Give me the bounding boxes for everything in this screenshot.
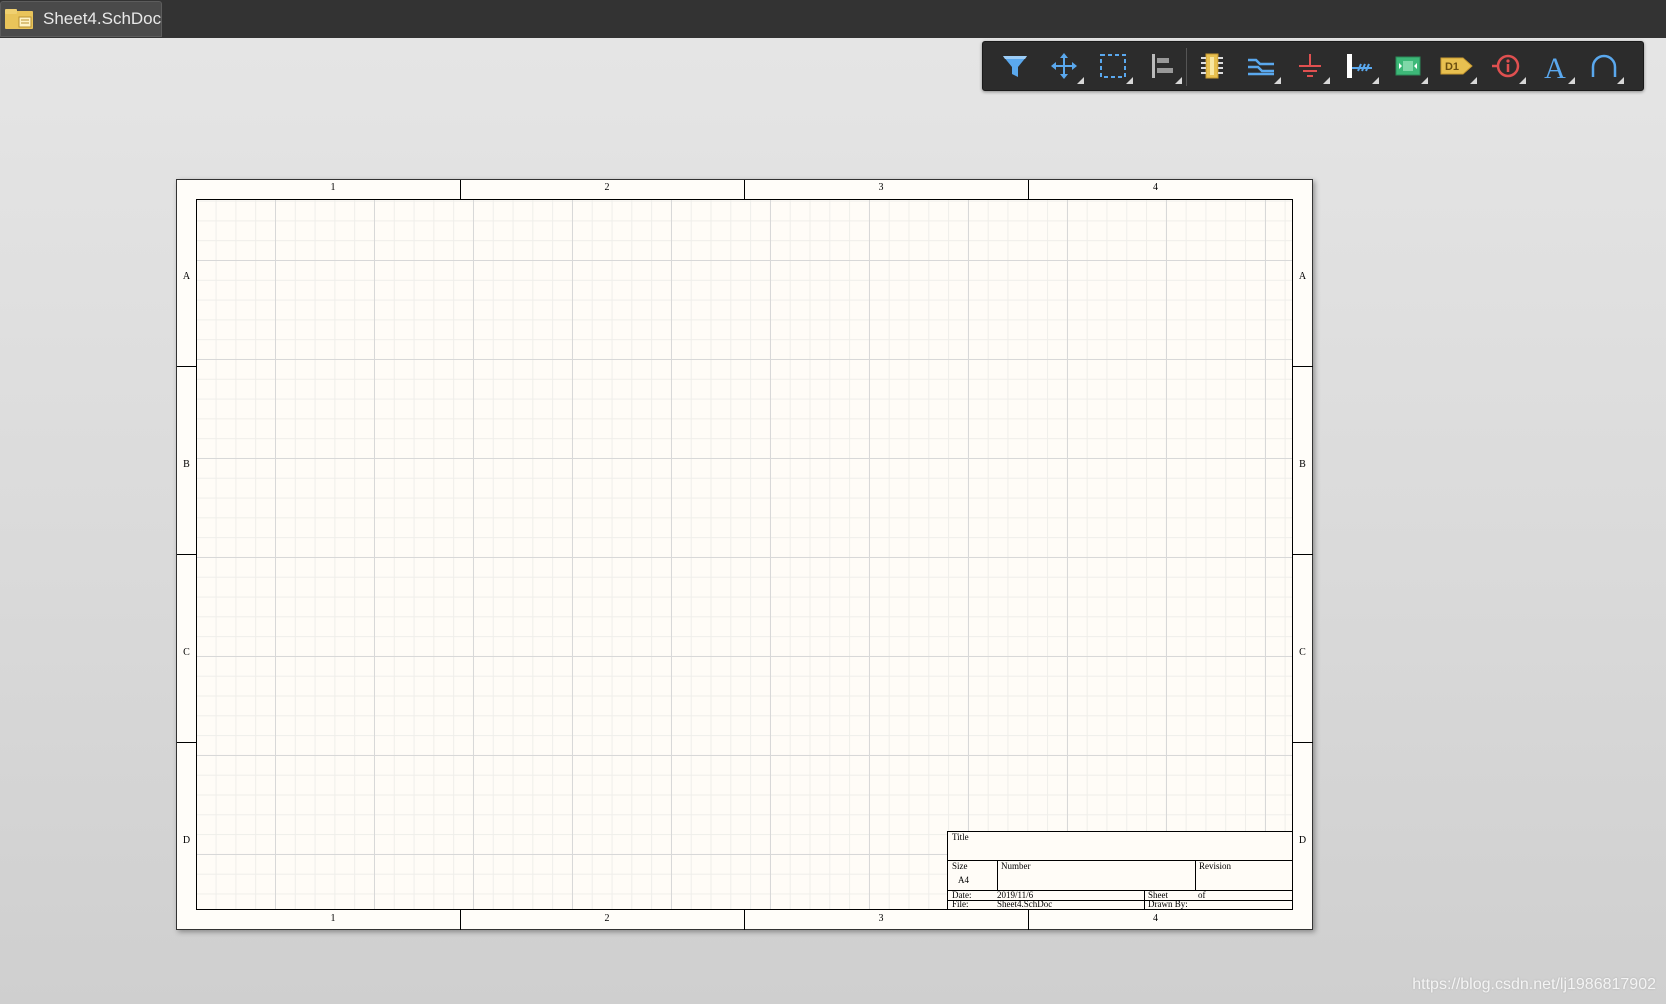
arc-button[interactable] — [1582, 46, 1626, 86]
row-label-right: D — [1298, 835, 1307, 846]
toolbar-separator — [1186, 48, 1187, 86]
funnel-icon — [1003, 56, 1027, 77]
text-button[interactable]: A — [1533, 46, 1577, 86]
title-block: Title Size A4 Number Revision Date: 2019… — [947, 831, 1293, 910]
align-left-icon — [1152, 54, 1173, 78]
dropdown-corner-icon — [1372, 77, 1379, 84]
zone-divider — [1293, 554, 1313, 555]
harness-connector-icon — [1347, 54, 1372, 78]
dropdown-corner-icon — [1323, 77, 1330, 84]
zone-divider — [177, 554, 196, 555]
zone-divider — [744, 910, 745, 930]
align-button[interactable] — [1140, 46, 1184, 86]
zone-divider — [460, 910, 461, 930]
directive-button[interactable] — [1484, 46, 1528, 86]
wire-button[interactable] — [1239, 46, 1283, 86]
title-block-line — [948, 860, 1292, 861]
dropdown-corner-icon — [1077, 77, 1084, 84]
row-label-left: D — [182, 835, 191, 846]
dropdown-corner-icon — [1617, 77, 1624, 84]
zone-divider — [177, 366, 196, 367]
zone-divider — [744, 180, 745, 199]
move-cross-icon — [1051, 53, 1077, 79]
svg-text:A: A — [1544, 52, 1566, 81]
schematic-doc-icon — [5, 9, 33, 29]
document-tab-bar: Sheet4.SchDoc — [0, 0, 1666, 38]
zone-divider — [177, 742, 196, 743]
document-tab-label: Sheet4.SchDoc — [43, 9, 162, 28]
size-value: A4 — [958, 875, 969, 885]
selection-rectangle-icon — [1100, 54, 1126, 78]
column-label-bottom: 4 — [1153, 913, 1158, 924]
row-label-left: A — [182, 271, 191, 282]
title-block-line — [1195, 860, 1196, 890]
dropdown-corner-icon — [1175, 77, 1182, 84]
schematic-sheet[interactable]: 1 2 3 4 1 2 3 4 A B C D A B C D Title Si… — [176, 179, 1313, 930]
power-port-button[interactable] — [1288, 46, 1332, 86]
port-button[interactable]: D1 — [1435, 46, 1479, 86]
dropdown-corner-icon — [1421, 77, 1428, 84]
zone-divider — [1028, 910, 1029, 930]
dropdown-corner-icon — [1519, 77, 1526, 84]
wire-bus-icon — [1248, 58, 1274, 76]
zone-divider — [1293, 742, 1313, 743]
document-tab[interactable]: Sheet4.SchDoc — [0, 1, 162, 37]
number-label: Number — [1001, 861, 1031, 871]
zone-divider — [460, 180, 461, 199]
column-label-bottom: 1 — [330, 913, 336, 924]
column-label-top: 4 — [1153, 182, 1158, 193]
move-button[interactable] — [1042, 46, 1086, 86]
zone-divider — [1293, 366, 1313, 367]
sheet-symbol-button[interactable] — [1386, 46, 1430, 86]
column-label-top: 1 — [330, 182, 336, 193]
zone-divider — [1028, 180, 1029, 199]
row-label-left: B — [183, 459, 190, 470]
row-label-left: C — [183, 647, 190, 658]
dropdown-corner-icon — [1470, 77, 1477, 84]
arc-icon — [1591, 54, 1617, 77]
watermark: https://blog.csdn.net/lj1986817902 — [1412, 976, 1656, 993]
sheet-symbol-icon — [1395, 56, 1421, 76]
of-label: of — [1198, 890, 1206, 900]
harness-button[interactable] — [1337, 46, 1381, 86]
select-button[interactable] — [1091, 46, 1135, 86]
svg-text:D1: D1 — [1445, 61, 1459, 73]
revision-label: Revision — [1199, 861, 1232, 871]
info-directive-icon — [1492, 54, 1520, 78]
title-label: Title — [952, 832, 969, 842]
dropdown-corner-icon — [1274, 77, 1281, 84]
dropdown-corner-icon — [1568, 77, 1575, 84]
column-label-bottom: 2 — [604, 913, 610, 924]
filter-button[interactable] — [993, 46, 1037, 86]
schematic-grid-area[interactable] — [196, 199, 1293, 910]
place-part-button[interactable] — [1190, 46, 1234, 86]
title-block-line — [1144, 890, 1145, 909]
dropdown-corner-icon — [1126, 77, 1133, 84]
size-label: Size — [952, 861, 968, 871]
file-value: Sheet4.SchDoc — [997, 899, 1053, 909]
active-bar-toolbar: D1 A — [982, 41, 1644, 91]
row-label-right: A — [1298, 271, 1307, 282]
row-label-right: B — [1299, 459, 1306, 470]
column-label-top: 3 — [878, 182, 884, 193]
drawn-by-label: Drawn By: — [1148, 899, 1188, 909]
row-label-right: C — [1299, 647, 1306, 658]
column-label-bottom: 3 — [878, 913, 884, 924]
title-block-line — [997, 860, 998, 890]
ic-chip-icon — [1201, 53, 1223, 79]
text-a-icon: A — [1544, 52, 1566, 81]
file-label: File: — [952, 899, 969, 909]
column-label-top: 2 — [604, 182, 610, 193]
ground-icon — [1299, 54, 1321, 77]
